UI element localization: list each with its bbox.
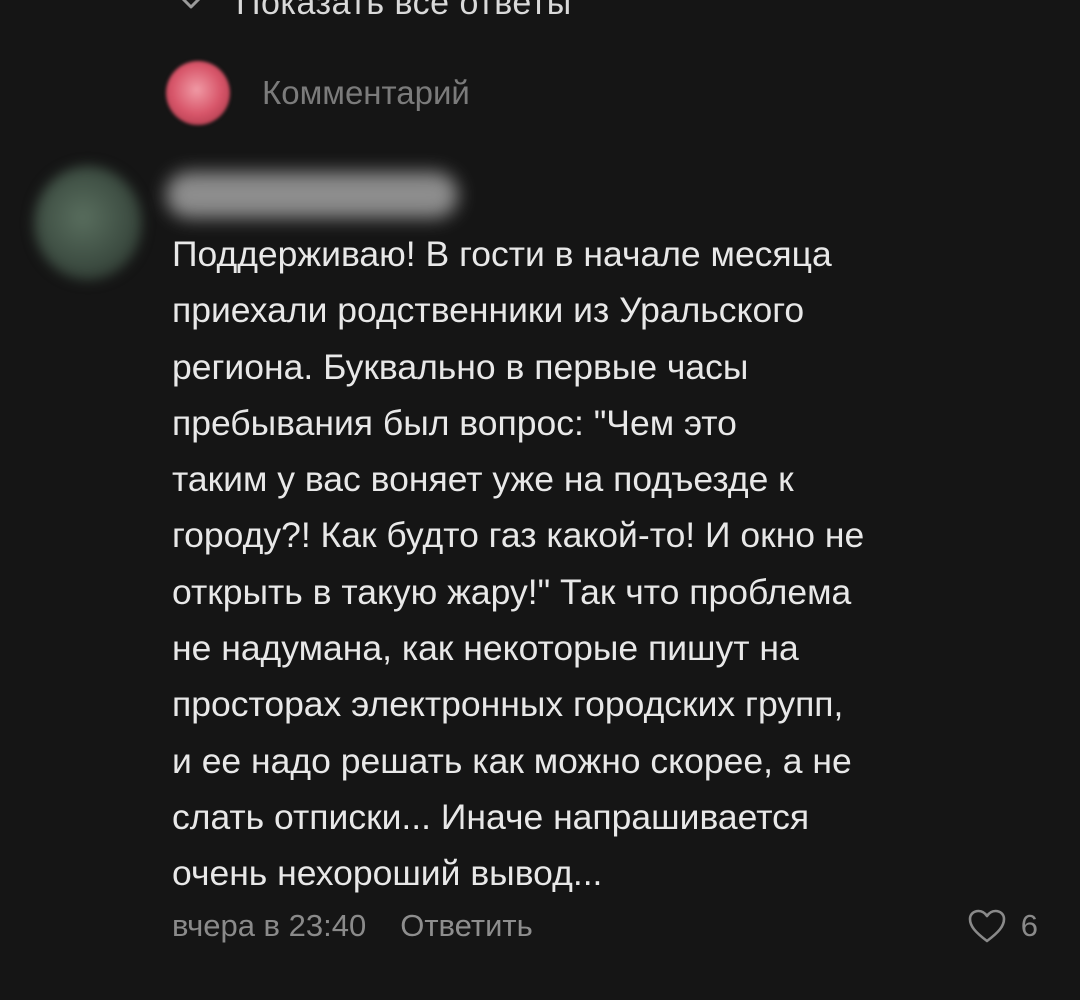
chevron-down-icon bbox=[181, 0, 201, 9]
heart-icon bbox=[968, 909, 1006, 943]
reply-composer bbox=[166, 60, 962, 126]
comment-meta: вчера в 23:40 Ответить bbox=[172, 902, 533, 950]
likes-count: 6 bbox=[1020, 908, 1038, 943]
show-all-replies-label: Показать все ответы bbox=[236, 0, 572, 22]
comment-timestamp: вчера в 23:40 bbox=[172, 908, 367, 943]
comment-input[interactable] bbox=[262, 74, 962, 112]
show-all-replies-button[interactable]: Показать все ответы bbox=[180, 0, 572, 22]
reply-button[interactable]: Ответить bbox=[400, 908, 533, 944]
current-user-avatar bbox=[166, 61, 230, 125]
comment-author-avatar[interactable] bbox=[34, 166, 142, 280]
comment-text: Поддерживаю! В гости в начале месяца при… bbox=[172, 234, 865, 894]
comment-author-name-blurred[interactable] bbox=[166, 172, 458, 218]
like-button[interactable]: 6 bbox=[967, 902, 1038, 950]
